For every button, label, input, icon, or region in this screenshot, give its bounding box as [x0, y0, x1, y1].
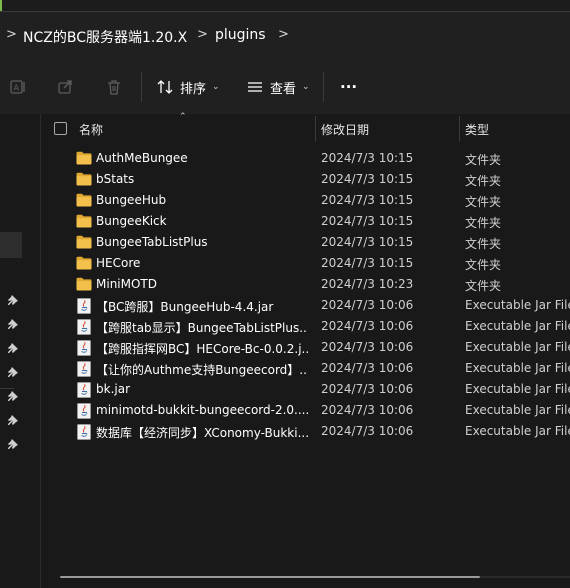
- file-name: 【跨服tab显示】BungeeTabListPlus...: [96, 321, 308, 335]
- folder-icon: [76, 214, 92, 228]
- file-type: 文件夹: [465, 153, 502, 167]
- breadcrumb-chevron-icon[interactable]: >: [197, 27, 208, 42]
- file-name: 【跨服指挥网BC】HECore-Bc-0.0.2.j...: [96, 342, 308, 356]
- toolbar-divider: [141, 72, 142, 102]
- file-type: 文件夹: [465, 195, 502, 209]
- view-label: 查看: [270, 81, 297, 97]
- sort-label: 排序: [180, 81, 207, 97]
- file-modified-date: 2024/7/3 10:15: [321, 151, 414, 165]
- file-name: HECore: [96, 256, 141, 270]
- file-name: 【BC跨服】BungeeHub-4.4.jar: [96, 300, 274, 314]
- file-name: BungeeHub: [96, 193, 167, 207]
- java-jar-icon: [76, 382, 92, 398]
- file-modified-date: 2024/7/3 10:15: [321, 193, 414, 207]
- file-name: 数据库【经济同步】XConomy-Bukki...: [96, 426, 308, 440]
- folder-icon: [76, 277, 92, 291]
- folder-icon: [76, 193, 92, 207]
- window-top-strip: [0, 0, 570, 12]
- file-type: Executable Jar File: [465, 340, 570, 354]
- nav-separator: [0, 388, 14, 389]
- file-modified-date: 2024/7/3 10:06: [321, 403, 414, 417]
- java-jar-icon: [76, 340, 92, 356]
- file-name: BungeeTabListPlus: [96, 235, 208, 249]
- navigation-pane: [0, 114, 40, 588]
- file-type: Executable Jar File: [465, 403, 570, 417]
- file-modified-date: 2024/7/3 10:15: [321, 235, 414, 249]
- file-modified-date: 2024/7/3 10:06: [321, 424, 414, 438]
- file-modified-date: 2024/7/3 10:06: [321, 319, 414, 333]
- pin-icon[interactable]: [7, 438, 19, 450]
- java-jar-icon: [76, 403, 92, 419]
- breadcrumb-chevron-icon[interactable]: >: [6, 27, 17, 42]
- file-modified-date: 2024/7/3 10:06: [321, 298, 414, 312]
- folder-icon: [76, 151, 92, 165]
- file-modified-date: 2024/7/3 10:23: [321, 277, 414, 291]
- file-type: 文件夹: [465, 174, 502, 188]
- file-modified-date: 2024/7/3 10:06: [321, 340, 414, 354]
- file-modified-date: 2024/7/3 10:15: [321, 214, 414, 228]
- file-name: 【让你的Authme支持Bungeecord】...: [96, 363, 308, 377]
- file-type: 文件夹: [465, 258, 502, 272]
- column-resize-handle[interactable]: [315, 116, 316, 142]
- horizontal-scrollbar-thumb[interactable]: [60, 576, 480, 578]
- breadcrumb-item-server[interactable]: NCZ的BC服务器端1.20.X: [23, 27, 187, 47]
- column-header-row: [41, 114, 570, 144]
- column-header-modified[interactable]: 修改日期: [321, 121, 369, 138]
- svg-text:A: A: [14, 84, 20, 93]
- file-type: Executable Jar File: [465, 361, 570, 375]
- sort-button[interactable]: 排序 ⌄: [156, 78, 220, 97]
- pin-icon[interactable]: [7, 414, 19, 426]
- file-type: 文件夹: [465, 237, 502, 251]
- chevron-down-icon: ⌄: [212, 82, 220, 92]
- horizontal-scrollbar-track[interactable]: [480, 576, 570, 578]
- pin-icon[interactable]: [7, 390, 19, 402]
- column-header-type[interactable]: 类型: [465, 121, 489, 138]
- java-jar-icon: [76, 298, 92, 314]
- folder-icon: [76, 256, 92, 270]
- pin-icon[interactable]: [7, 294, 19, 306]
- file-modified-date: 2024/7/3 10:15: [321, 256, 414, 270]
- delete-icon[interactable]: [105, 78, 123, 96]
- pin-icon[interactable]: [7, 318, 19, 330]
- share-icon[interactable]: [57, 78, 75, 96]
- file-name: bk.jar: [96, 382, 131, 396]
- folder-icon: [76, 235, 92, 249]
- view-list-icon: [248, 82, 262, 92]
- sort-icon: [157, 80, 173, 94]
- file-type: 文件夹: [465, 279, 502, 293]
- view-button[interactable]: 查看 ⌄: [246, 78, 310, 97]
- java-jar-icon: [76, 361, 92, 377]
- rename-icon[interactable]: A: [9, 78, 27, 96]
- more-options-button[interactable]: ···: [340, 78, 357, 96]
- file-type: Executable Jar File: [465, 319, 570, 333]
- java-jar-icon: [76, 319, 92, 335]
- sort-ascending-icon: ⌃: [179, 112, 187, 122]
- file-name: BungeeKick: [96, 214, 167, 228]
- breadcrumb-item-plugins[interactable]: plugins: [215, 27, 266, 43]
- java-jar-icon: [76, 424, 92, 440]
- file-name: minimotd-bukkit-bungeecord-2.0....: [96, 403, 308, 417]
- file-type: 文件夹: [465, 216, 502, 230]
- file-name: bStats: [96, 172, 135, 186]
- file-modified-date: 2024/7/3 10:06: [321, 382, 414, 396]
- file-modified-date: 2024/7/3 10:06: [321, 361, 414, 375]
- toolbar-divider: [323, 72, 324, 102]
- column-header-name[interactable]: 名称: [79, 121, 103, 138]
- file-type: Executable Jar File: [465, 382, 570, 396]
- file-type: Executable Jar File: [465, 424, 570, 438]
- pin-icon[interactable]: [7, 342, 19, 354]
- pin-icon[interactable]: [7, 366, 19, 378]
- nav-selected-item[interactable]: [0, 232, 22, 258]
- select-all-checkbox[interactable]: [54, 122, 67, 135]
- folder-icon: [76, 172, 92, 186]
- file-modified-date: 2024/7/3 10:15: [321, 172, 414, 186]
- column-resize-handle[interactable]: [459, 116, 460, 142]
- breadcrumb-chevron-icon[interactable]: >: [278, 27, 289, 42]
- chevron-down-icon: ⌄: [302, 82, 310, 92]
- file-name: AuthMeBungee: [96, 151, 188, 165]
- file-name: MiniMOTD: [96, 277, 157, 291]
- file-type: Executable Jar File: [465, 298, 570, 312]
